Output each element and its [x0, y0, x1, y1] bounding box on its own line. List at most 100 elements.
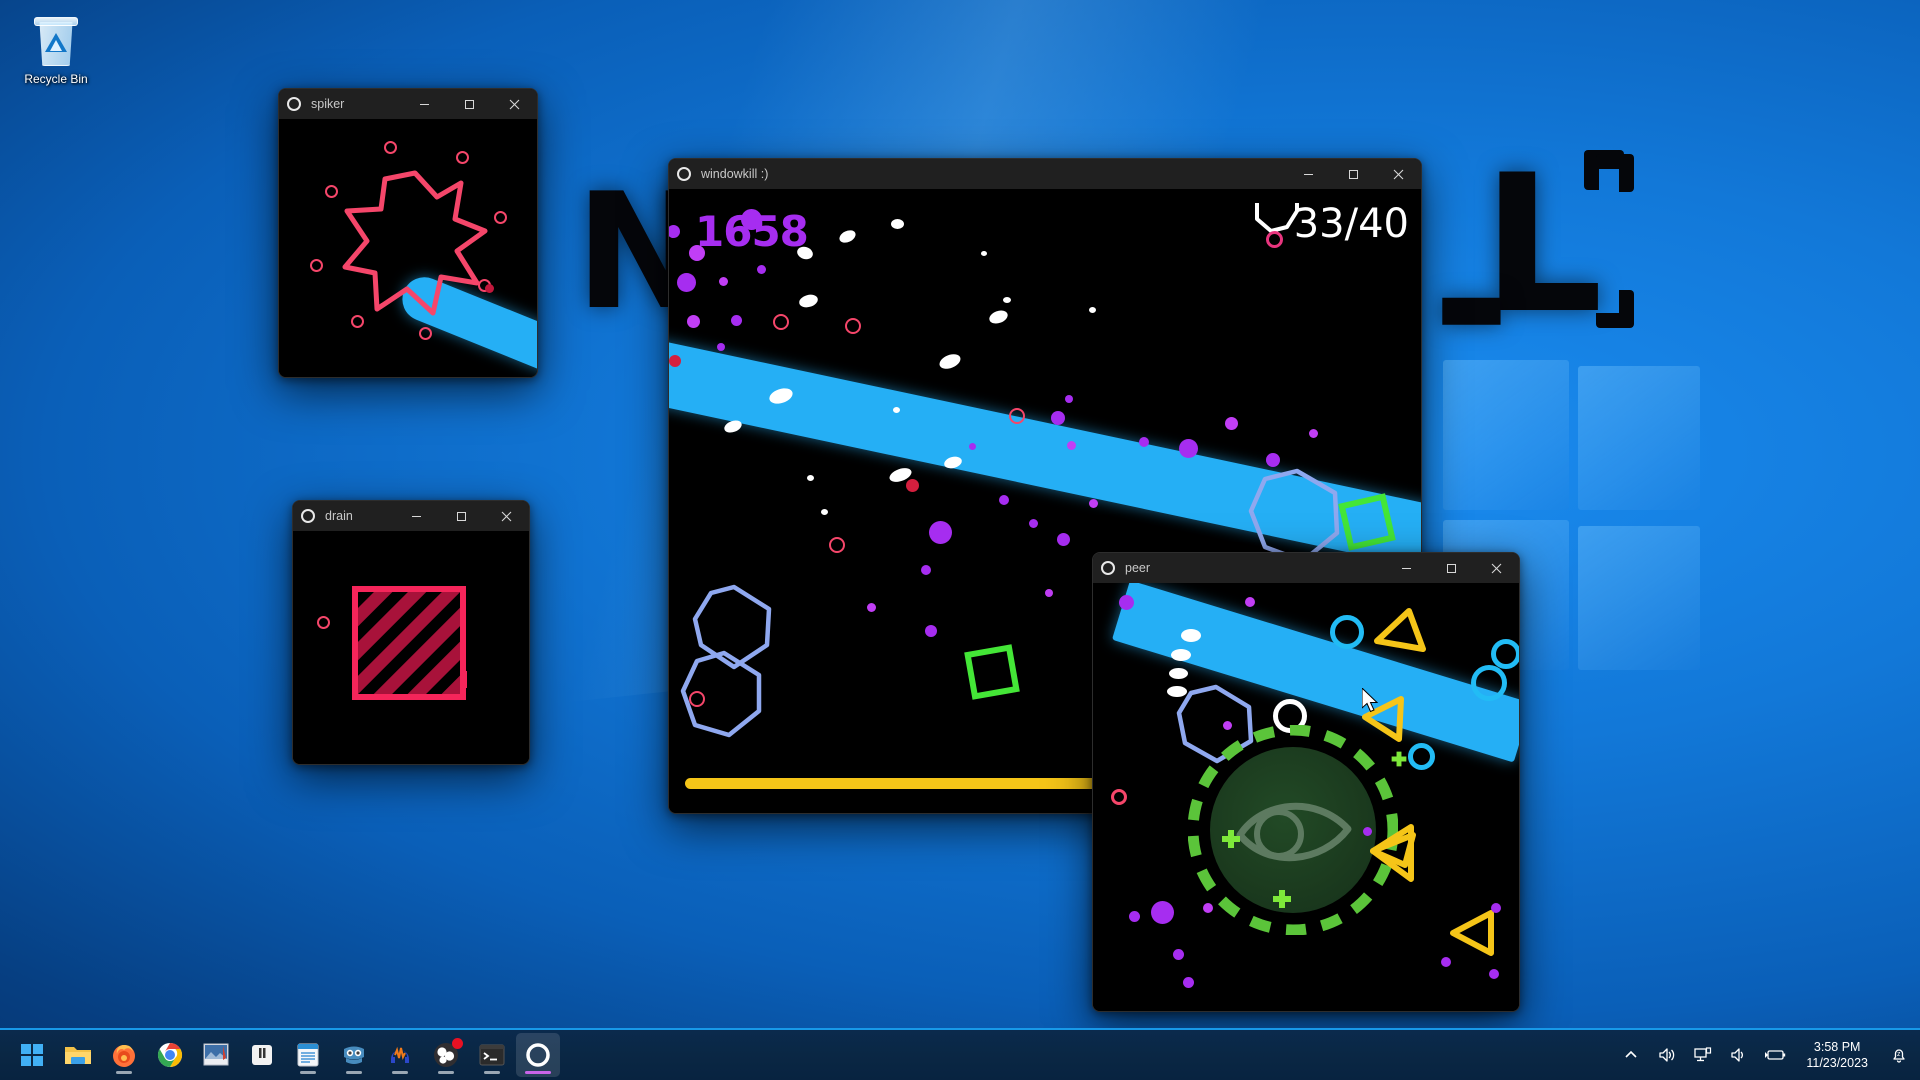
taskbar-item-start-button[interactable]	[10, 1033, 54, 1077]
window-drain[interactable]: drain	[292, 500, 530, 765]
spark-particle	[1003, 297, 1011, 303]
show-hidden-icons-button[interactable]	[1620, 1044, 1642, 1066]
notification-bell-icon[interactable]: z	[1888, 1044, 1910, 1066]
bullet-ring	[1009, 408, 1025, 424]
taskbar-item-windowkill[interactable]	[516, 1033, 560, 1077]
drain-title: drain	[325, 509, 353, 523]
windowkill-title: windowkill :)	[701, 167, 769, 181]
taskbar-item-google-chrome[interactable]	[148, 1033, 192, 1077]
xp-orb	[1129, 911, 1140, 922]
drain-canvas[interactable]	[293, 531, 529, 764]
svg-text:z: z	[1897, 1051, 1901, 1058]
taskbar-item-file-explorer[interactable]	[56, 1033, 100, 1077]
taskbar-item-krita[interactable]	[240, 1033, 284, 1077]
wallpaper-letter-dash: -	[1432, 190, 1511, 411]
xp-orb	[1223, 721, 1232, 730]
window-peer[interactable]: peer	[1092, 552, 1520, 1012]
xp-orb	[1266, 453, 1280, 467]
wallpaper-bracket-br	[1596, 290, 1634, 328]
wallpaper-pane-4	[1578, 526, 1700, 670]
taskbar-item-audacity[interactable]	[378, 1033, 422, 1077]
recycle-bin-label: Recycle Bin	[24, 72, 88, 86]
speaker-icon[interactable]	[1656, 1044, 1678, 1066]
progress-marker	[1266, 231, 1283, 248]
taskbar-item-godot-engine[interactable]	[332, 1033, 376, 1077]
xp-orb	[1491, 903, 1501, 913]
cyan-ring-enemy	[1491, 639, 1519, 669]
notification-badge	[452, 1038, 463, 1049]
bullet-ring	[456, 151, 469, 164]
maximize-button[interactable]	[1331, 159, 1376, 189]
xp-orb	[929, 521, 952, 544]
close-button[interactable]	[1474, 553, 1519, 583]
spark-particle	[797, 292, 820, 310]
chrome-icon	[157, 1043, 183, 1067]
volume-icon[interactable]	[1728, 1044, 1750, 1066]
spiker-canvas[interactable]	[279, 119, 537, 377]
xp-orb	[1441, 957, 1451, 967]
xp-orb	[1309, 429, 1318, 438]
terminal-icon	[479, 1044, 505, 1066]
folder-icon	[65, 1047, 91, 1064]
close-button[interactable]	[1376, 159, 1421, 189]
spark-particle	[1169, 668, 1188, 679]
recycle-bin-glyph	[32, 16, 80, 68]
taskbar-item-terminal[interactable]	[470, 1033, 514, 1077]
bullet-ring	[325, 185, 338, 198]
xp-orb	[1179, 439, 1198, 458]
wallpaper-pane-2	[1578, 366, 1700, 510]
cyan-ring-enemy	[1408, 743, 1435, 770]
minimize-button[interactable]	[1286, 159, 1331, 189]
system-tray: 3:58 PM 11/23/2023 z	[1620, 1039, 1920, 1071]
taskbar[interactable]: 3:58 PM 11/23/2023 z	[0, 1028, 1920, 1080]
taskbar-item-notepad[interactable]	[286, 1033, 330, 1077]
taskbar-item-obs-studio[interactable]	[424, 1033, 468, 1077]
maximize-button[interactable]	[1429, 553, 1474, 583]
taskbar-item-photos[interactable]	[194, 1033, 238, 1077]
windowkill-titlebar[interactable]: windowkill :)	[669, 159, 1421, 189]
close-button[interactable]	[484, 501, 529, 531]
battery-icon[interactable]	[1764, 1044, 1786, 1066]
bullet-ring	[419, 327, 432, 340]
cyan-ring-enemy	[1330, 615, 1364, 649]
spark-particle	[1181, 629, 1201, 642]
green-cross-particle	[1391, 751, 1407, 767]
drain-titlebar[interactable]: drain	[293, 501, 529, 531]
peer-canvas[interactable]	[1093, 583, 1519, 1011]
window-spiker[interactable]: spiker	[278, 88, 538, 378]
spiker-titlebar[interactable]: spiker	[279, 89, 537, 119]
minimize-button[interactable]	[394, 501, 439, 531]
maximize-button[interactable]	[439, 501, 484, 531]
progress-display: 33/40	[1293, 201, 1409, 247]
xp-orb	[731, 315, 742, 326]
desktop[interactable]: N L - Recycle Bin spiker drain windowkil…	[0, 0, 1920, 1080]
spark-particle	[937, 351, 963, 372]
xp-orb	[1045, 589, 1053, 597]
xp-orb	[1029, 519, 1038, 528]
peer-titlebar[interactable]: peer	[1093, 553, 1519, 583]
audacity-icon	[391, 1046, 409, 1063]
green-cross-particle	[1222, 830, 1240, 848]
triangle-enemy	[1374, 608, 1426, 652]
cyan-ring-enemy	[1471, 665, 1507, 701]
minimize-button[interactable]	[1384, 553, 1429, 583]
xp-orb	[921, 565, 931, 575]
xp-orb	[1225, 417, 1238, 430]
taskbar-item-firefox[interactable]	[102, 1033, 146, 1077]
network-icon[interactable]	[1692, 1044, 1714, 1066]
recycle-bin-icon[interactable]: Recycle Bin	[6, 10, 106, 90]
xp-orb	[925, 625, 937, 637]
minimize-button[interactable]	[402, 89, 447, 119]
spark-particle	[807, 475, 814, 481]
clock[interactable]: 3:58 PM 11/23/2023	[1800, 1039, 1874, 1071]
close-button[interactable]	[492, 89, 537, 119]
drain-enemy	[352, 586, 466, 700]
krita-icon	[252, 1045, 272, 1065]
bullet-ring	[845, 318, 861, 334]
triangle-enemy	[1362, 696, 1404, 742]
xp-orb	[717, 343, 725, 351]
bullet-ring	[494, 211, 507, 224]
xp-orb	[1363, 827, 1372, 836]
maximize-button[interactable]	[447, 89, 492, 119]
xp-orb	[1065, 395, 1073, 403]
